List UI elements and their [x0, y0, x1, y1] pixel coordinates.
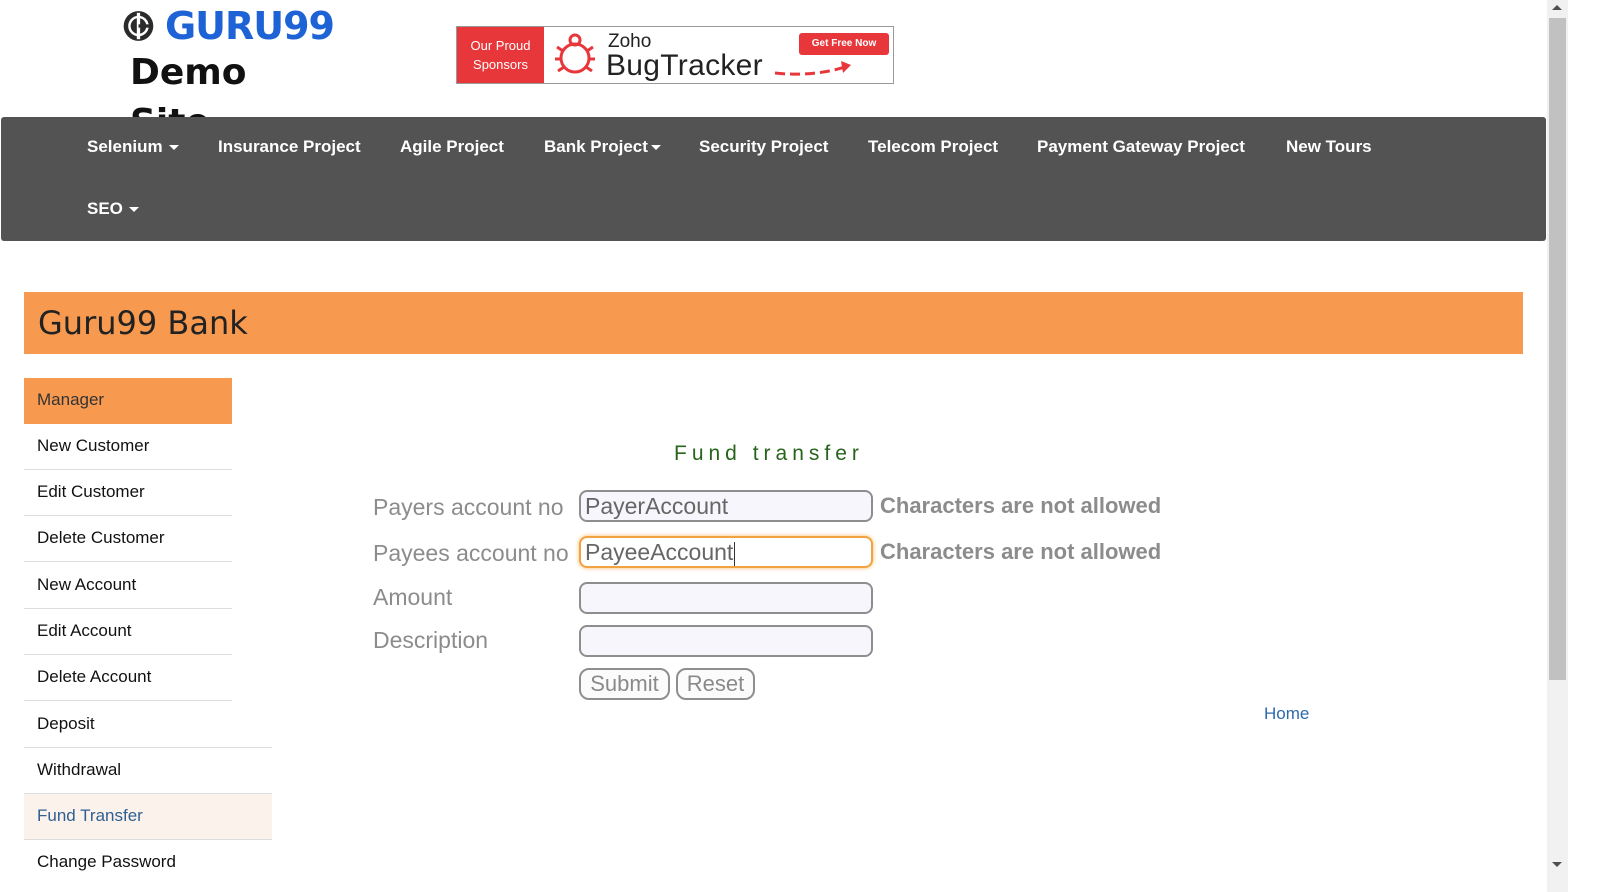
nav-security-project[interactable]: Security Project: [699, 137, 828, 157]
sidebar-item-label: New Account: [37, 575, 137, 594]
sidebar-item-label: Withdrawal: [37, 760, 122, 779]
banner-cta-button[interactable]: Get Free Now: [799, 33, 889, 55]
description-input[interactable]: [579, 625, 873, 657]
nav-seo-dropdown[interactable]: SEO: [87, 199, 139, 219]
guru99-logo-icon: [123, 11, 154, 41]
main-navbar: Selenium Insurance Project Agile Project…: [1, 117, 1546, 241]
caret-down-icon: [168, 145, 179, 151]
sidebar-item-label: Delete Customer: [37, 528, 165, 547]
reset-button[interactable]: Reset: [676, 668, 755, 700]
sidebar-item-edit-account[interactable]: Edit Account: [24, 609, 232, 655]
nav-selenium-label: Selenium: [87, 137, 163, 156]
banner-sponsor-label: Our Proud Sponsors: [457, 27, 544, 83]
nav-bank-project-dropdown[interactable]: Bank Project: [544, 137, 661, 157]
sidebar-item-deposit[interactable]: Deposit: [24, 702, 272, 748]
site-logo[interactable]: GURU99 Demo Site: [122, 4, 335, 143]
description-label: Description: [373, 627, 489, 653]
scrollbar-thumb[interactable]: [1549, 18, 1566, 680]
payer-account-error: Characters are not allowed: [880, 493, 1162, 518]
nav-bank-label: Bank Project: [544, 137, 648, 156]
payee-account-value: PayeeAccount: [585, 539, 734, 565]
sidebar-item-label: Fund Transfer: [37, 806, 143, 825]
sponsor-banner[interactable]: Our Proud Sponsors Zoho BugTracker Get F…: [456, 26, 894, 84]
nav-payment-gateway-project[interactable]: Payment Gateway Project: [1037, 137, 1245, 157]
sidebar-item-label: Manager: [37, 390, 105, 409]
banner-main: Zoho BugTracker Get Free Now: [604, 27, 893, 83]
nav-agile-project[interactable]: Agile Project: [400, 137, 504, 157]
sidebar-item-label: Change Password: [37, 852, 176, 871]
scroll-down-arrow-icon[interactable]: [1552, 862, 1562, 867]
banner-product: BugTracker: [606, 49, 763, 82]
vertical-scrollbar[interactable]: [1547, 0, 1568, 892]
banner-line-1: Our Proud: [470, 38, 531, 53]
logo-text: GURU99: [164, 4, 335, 48]
bank-title-bar: Guru99 Bank: [24, 292, 1523, 354]
sidebar-item-new-customer[interactable]: New Customer: [24, 424, 232, 470]
nav-selenium-dropdown[interactable]: Selenium: [87, 137, 179, 157]
dashed-arrow-icon: [774, 61, 851, 76]
payee-account-error: Characters are not allowed: [880, 539, 1162, 564]
amount-label: Amount: [373, 584, 453, 610]
form-title: Fund transfer: [674, 442, 864, 465]
sidebar-item-label: Edit Account: [37, 621, 132, 640]
nav-seo-label: SEO: [87, 199, 123, 218]
nav-new-tours[interactable]: New Tours: [1286, 137, 1372, 157]
sidebar-item-manager[interactable]: Manager: [24, 378, 232, 424]
caret-down-icon: [128, 207, 139, 213]
caret-down-icon: [650, 145, 661, 151]
nav-telecom-project[interactable]: Telecom Project: [868, 137, 998, 157]
payee-account-input[interactable]: PayeeAccount: [579, 536, 873, 568]
sidebar-item-edit-customer[interactable]: Edit Customer: [24, 470, 232, 516]
payer-account-input[interactable]: PayerAccount: [579, 490, 873, 522]
submit-button[interactable]: Submit: [579, 668, 670, 700]
sidebar-item-fund-transfer[interactable]: Fund Transfer: [24, 794, 272, 840]
sidebar-item-withdrawal[interactable]: Withdrawal: [24, 748, 272, 794]
payee-account-label: Payees account no: [373, 540, 569, 566]
sidebar-item-delete-account[interactable]: Delete Account: [24, 655, 232, 701]
banner-line-2: Sponsors: [473, 57, 528, 72]
sidebar-item-label: New Customer: [37, 436, 150, 455]
sidebar-item-delete-customer[interactable]: Delete Customer: [24, 516, 232, 562]
sidebar-item-new-account[interactable]: New Account: [24, 563, 232, 609]
sidebar-item-label: Deposit: [37, 714, 95, 733]
bank-title: Guru99 Bank: [38, 304, 248, 342]
home-link[interactable]: Home: [1264, 704, 1309, 724]
amount-input[interactable]: [579, 582, 873, 614]
payer-account-label: Payers account no: [373, 494, 564, 520]
nav-insurance-project[interactable]: Insurance Project: [218, 137, 361, 157]
scroll-up-arrow-icon[interactable]: [1552, 5, 1562, 10]
page: { "header": { "logo_text": "GURU99", "lo…: [0, 0, 1597, 892]
bug-icon: [544, 27, 604, 83]
text-cursor: [734, 541, 736, 566]
payer-account-value: PayerAccount: [585, 493, 729, 519]
sidebar-item-label: Delete Account: [37, 667, 152, 686]
sidebar-item-label: Edit Customer: [37, 482, 145, 501]
sidebar-item-change-password[interactable]: Change Password: [24, 840, 272, 886]
